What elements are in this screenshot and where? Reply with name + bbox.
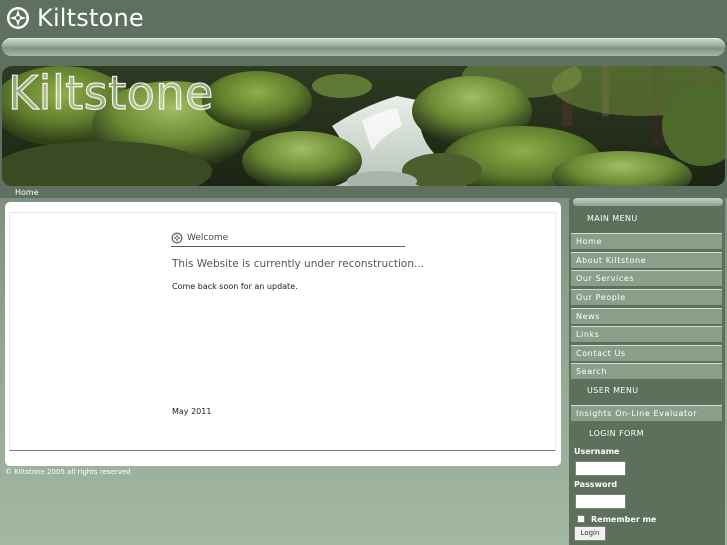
menu-item-people[interactable]: Our People [571,289,722,305]
login-form-heading: LOGIN FORM [589,429,644,438]
password-input[interactable] [575,494,626,509]
menu-item-contact[interactable]: Contact Us [571,345,722,361]
article-body: Come back soon for an update. [172,282,298,291]
menu-item-services[interactable]: Our Services [571,270,722,286]
menu-item-news[interactable]: News [571,308,722,324]
content-panel: Welcome This Website is currently under … [5,202,561,466]
kiltstone-emblem-icon [171,232,183,243]
article-frame: Welcome This Website is currently under … [9,212,556,451]
login-button[interactable]: Login [574,526,606,541]
kiltstone-emblem-icon [7,7,29,29]
menu-item-home[interactable]: Home [571,233,722,249]
article-headline: This Website is currently under reconstr… [172,258,425,270]
menu-item-insights-evaluator[interactable]: Insights On-Line Evaluator [571,405,722,421]
sidebar-cap [573,198,723,206]
site-logo[interactable]: Kiltstone [6,4,144,32]
user-menu-heading: USER MENU [587,386,639,395]
username-input[interactable] [575,461,626,476]
remember-me-label: Remember me [591,515,657,524]
sidebar: MAIN MENU Home About Kiltstone Our Servi… [569,196,725,545]
breadcrumb: Home [15,187,39,199]
breadcrumb-home-link[interactable]: Home [15,188,39,197]
article-title: Welcome [187,232,229,243]
article-header: Welcome [171,229,405,247]
banner-title: Kiltstone [7,65,214,120]
menu-item-links[interactable]: Links [571,326,722,342]
footer-copyright: © Kiltstone 2005 all rights reserved [5,468,131,476]
article-date: May 2011 [172,407,212,416]
menu-item-search[interactable]: Search [571,363,722,379]
main-menu-heading: MAIN MENU [587,214,638,223]
menu-item-about[interactable]: About Kiltstone [571,252,722,268]
remember-me-checkbox[interactable] [577,515,585,523]
top-decorative-bar [2,38,725,56]
site-logo-text: Kiltstone [37,4,144,32]
username-label: Username [574,447,620,456]
password-label: Password [574,480,618,489]
